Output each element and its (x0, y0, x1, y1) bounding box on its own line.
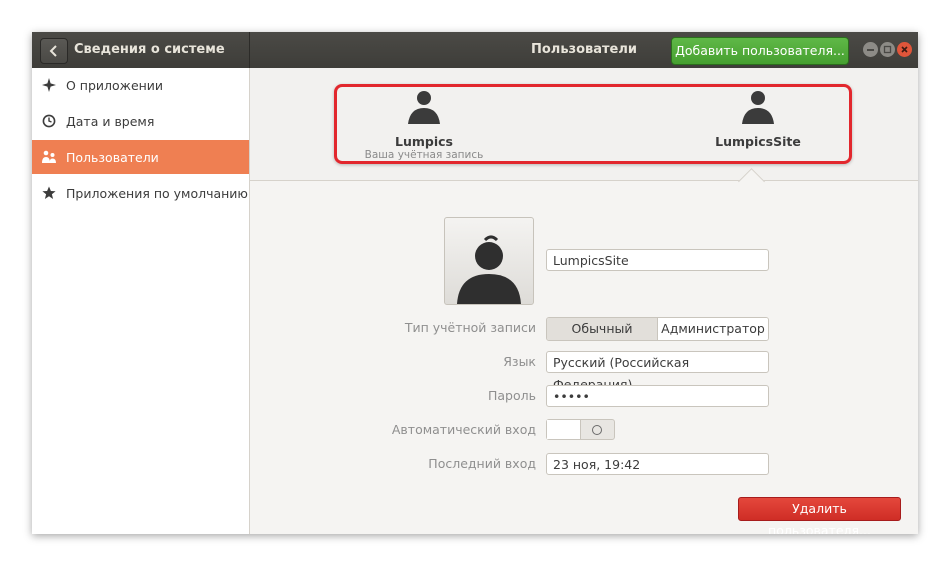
titlebar-divider (249, 32, 250, 68)
account-type-switch: Обычный Администратор (546, 317, 769, 341)
clock-icon (40, 112, 58, 130)
close-button[interactable] (897, 42, 912, 57)
sidebar-item-about[interactable]: О приложении (32, 68, 249, 102)
user-avatar-icon (457, 235, 521, 304)
account-type-standard-button[interactable]: Обычный (547, 318, 658, 340)
chevron-left-icon (49, 45, 57, 57)
account-type-admin-button[interactable]: Администратор (658, 318, 768, 340)
page-title: Пользователи (530, 42, 638, 57)
add-user-button[interactable]: Добавить пользователя... (671, 37, 849, 65)
sidebar-item-date-time[interactable]: Дата и время (32, 104, 249, 138)
password-field[interactable]: ••••• (546, 385, 769, 407)
autologin-switch[interactable] (546, 419, 615, 440)
star-sparkle-icon (40, 76, 58, 94)
sidebar-item-default-apps[interactable]: Приложения по умолчанию (32, 176, 249, 210)
back-button[interactable] (40, 38, 68, 64)
users-icon (40, 148, 58, 166)
switch-knob (547, 420, 581, 439)
titlebar: Сведения о системе Пользователи Добавить… (32, 32, 918, 68)
last-login-field[interactable]: 23 ноя, 19:42 (546, 453, 769, 475)
account-type-label: Тип учётной записи (404, 320, 536, 335)
user-avatar-button[interactable] (444, 217, 534, 305)
sidebar-item-label: Пользователи (66, 149, 159, 165)
maximize-icon (883, 45, 892, 54)
app-title: Сведения о системе (74, 42, 225, 57)
close-icon (901, 46, 908, 53)
user-list-highlight (334, 84, 852, 164)
maximize-button[interactable] (880, 42, 895, 57)
username-field[interactable]: LumpicsSite (546, 249, 769, 271)
sidebar-item-label: О приложении (66, 77, 164, 93)
off-indicator-icon (592, 425, 602, 435)
minimize-icon (867, 49, 874, 51)
password-label: Пароль (488, 388, 536, 403)
star-icon (40, 184, 58, 202)
sidebar-item-label: Дата и время (66, 113, 155, 129)
settings-window: Сведения о системе Пользователи Добавить… (32, 32, 918, 534)
language-field[interactable]: Русский (Российская Федерация) (546, 351, 769, 392)
language-label: Язык (503, 354, 536, 369)
autologin-label: Автоматический вход (391, 422, 536, 437)
sidebar: О приложении Дата и время Пользователи П… (32, 68, 250, 534)
minimize-button[interactable] (863, 42, 878, 57)
sidebar-item-label: Приложения по умолчанию (66, 185, 248, 201)
delete-user-button[interactable]: Удалить пользователя... (738, 497, 901, 534)
last-login-label: Последний вход (428, 456, 536, 471)
sidebar-item-users[interactable]: Пользователи (32, 140, 249, 174)
